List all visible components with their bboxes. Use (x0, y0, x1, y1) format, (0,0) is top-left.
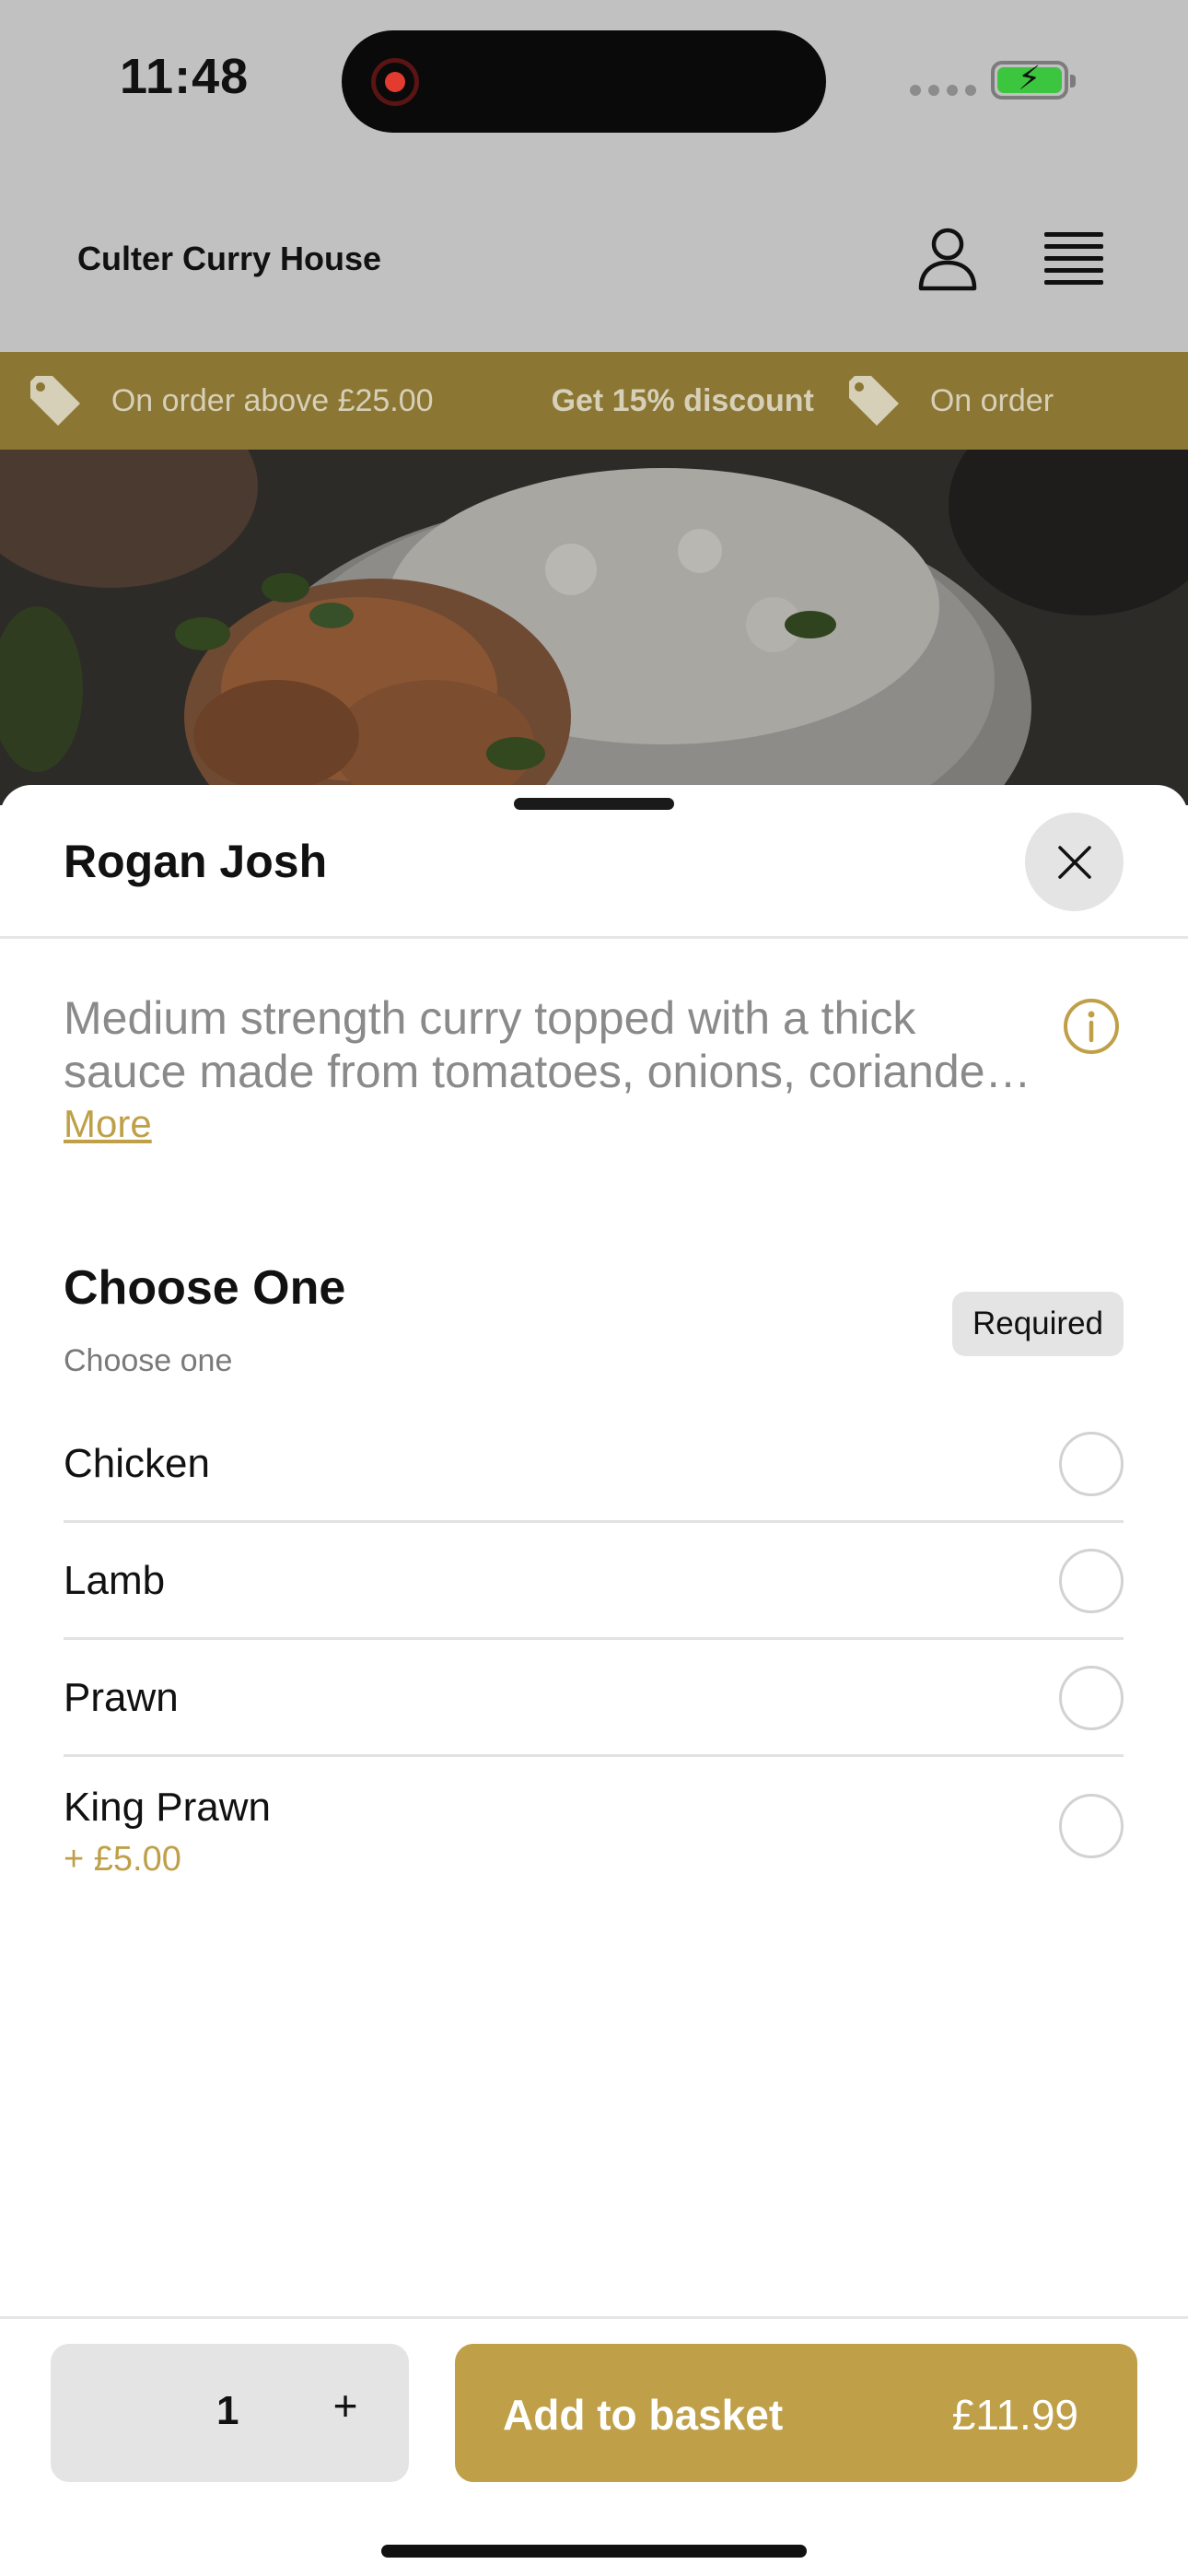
option-label: King Prawn (64, 1785, 272, 1830)
app-header: Culter Curry House (0, 175, 1188, 352)
option-prawn[interactable]: Prawn (64, 1640, 1124, 1757)
option-label: Prawn (64, 1675, 179, 1720)
radio-button[interactable] (1059, 1794, 1124, 1858)
dish-hero-image (0, 450, 1188, 805)
option-king-prawn[interactable]: King Prawn + £5.00 (64, 1757, 1124, 1895)
screen-recording-icon (371, 58, 419, 106)
quantity-stepper: 1 + (51, 2344, 409, 2482)
radio-button[interactable] (1059, 1549, 1124, 1613)
add-to-basket-button[interactable]: Add to basket £11.99 (455, 2344, 1137, 2482)
divider (0, 2316, 1188, 2319)
hamburger-menu-icon[interactable] (1044, 232, 1103, 285)
status-bar: 11:48 ⚡ (0, 0, 1188, 175)
close-icon (1057, 845, 1091, 879)
option-group-subtitle: Choose one (64, 1343, 233, 1378)
radio-button[interactable] (1059, 1666, 1124, 1730)
radio-button[interactable] (1059, 1432, 1124, 1496)
increment-button[interactable]: + (318, 2381, 373, 2445)
item-description: Medium strength curry topped with a thic… (64, 992, 1031, 1097)
option-label: Chicken (64, 1441, 210, 1486)
option-group-title: Choose One (64, 1261, 346, 1315)
quantity-value: 1 (216, 2388, 239, 2433)
option-label: Lamb (64, 1558, 166, 1603)
promo-item: Get 15% discount On order (552, 374, 1054, 427)
status-time: 11:48 (120, 49, 250, 104)
more-link[interactable]: More (64, 1102, 152, 1146)
signal-icon (910, 85, 976, 96)
dynamic-island (342, 30, 826, 133)
option-chicken[interactable]: Chicken (64, 1406, 1124, 1523)
battery-charging-icon: ⚡ (991, 61, 1076, 100)
add-to-basket-label: Add to basket (503, 2391, 784, 2439)
promo-banner: unt On order above £25.00 Get 15% discou… (0, 352, 1188, 450)
home-indicator (381, 2545, 807, 2558)
option-price: + £5.00 (64, 1840, 181, 1879)
option-list: Chicken Lamb Prawn King Prawn + £5.00 (64, 1406, 1124, 1895)
option-lamb[interactable]: Lamb (64, 1523, 1124, 1640)
sheet-drag-handle[interactable] (514, 798, 674, 810)
price-tag-icon (848, 376, 899, 426)
promo-item: unt On order above £25.00 (0, 374, 434, 427)
account-icon[interactable] (917, 226, 978, 292)
close-button[interactable] (1025, 813, 1124, 911)
restaurant-name[interactable]: Culter Curry House (77, 240, 381, 278)
price-tag-icon (29, 376, 80, 426)
divider (0, 936, 1188, 939)
required-badge: Required (952, 1292, 1124, 1356)
total-price: £11.99 (951, 2391, 1078, 2439)
item-title: Rogan Josh (64, 836, 328, 887)
item-options-sheet: Rogan Josh Medium strength curry topped … (0, 785, 1188, 2576)
info-icon[interactable] (1063, 998, 1120, 1055)
